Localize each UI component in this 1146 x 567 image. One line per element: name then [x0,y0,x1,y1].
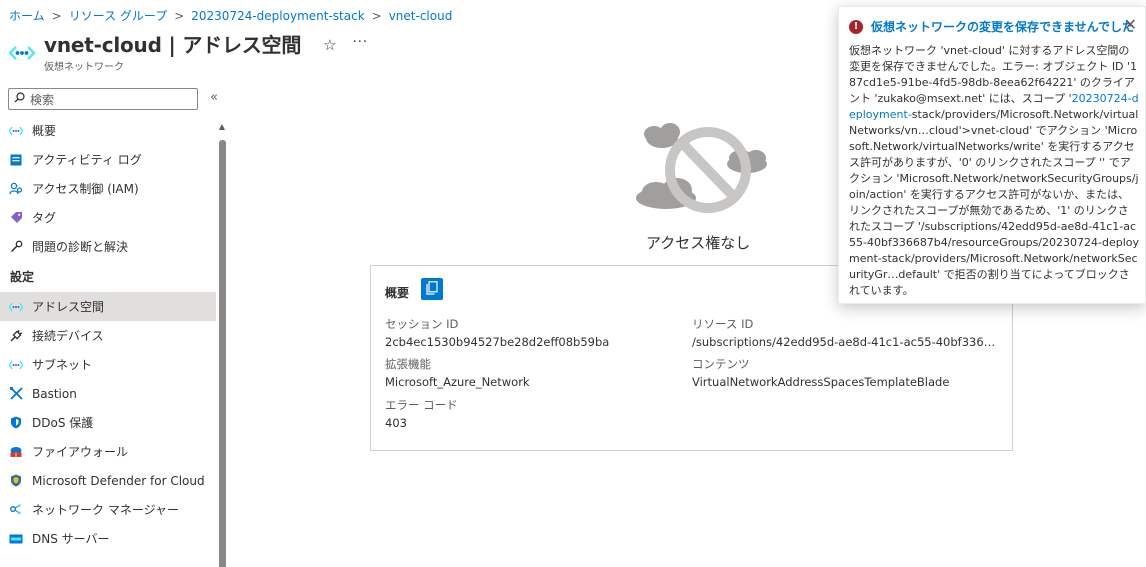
page-subtitle: 仮想ネットワーク [44,62,124,73]
error-icon: ! [849,19,863,34]
sidebar-scrollbar[interactable]: ▲ [217,122,227,567]
wrench-icon [9,240,23,254]
scroll-up-icon[interactable]: ▲ [217,122,227,131]
sidebar-item-label: アドレス空間 [32,300,105,314]
no-access-title: アクセス権なし [646,234,751,252]
sidebar-item-label: 接続デバイス [32,329,104,343]
sidebar-item-activity-log[interactable]: アクティビティ ログ [0,145,216,174]
notification-title[interactable]: 仮想ネットワークの変更を保存できませんでした [871,18,1134,35]
content-field: コンテンツ VirtualNetworkAddressSpacesTemplat… [692,356,997,389]
sidebar-item-label: Bastion [32,386,77,401]
sidebar: 概要 アクティビティ ログ アクセス制御 (IAM) タグ 問題の診断と解決 設… [0,116,216,553]
vnet-icon [8,40,36,66]
resource-id-value: /subscriptions/42edd95d-ae8d-41c1-ac55-4… [692,335,997,349]
network-manager-icon [9,503,23,517]
breadcrumb-vnet[interactable]: vnet-cloud [389,9,453,23]
resource-id-field: リソース ID /subscriptions/42edd95d-ae8d-41c… [692,316,997,349]
extension-field: 拡張機能 Microsoft_Azure_Network [385,356,675,389]
more-options-icon[interactable]: ··· [353,35,368,50]
sidebar-item-address-space[interactable]: アドレス空間 [0,292,216,321]
copy-button[interactable] [421,278,443,300]
plug-icon [9,329,23,343]
breadcrumb-home[interactable]: ホーム [9,7,45,24]
breadcrumb-resource-groups[interactable]: リソース グループ [69,7,168,24]
sidebar-item-label: 概要 [32,124,57,138]
sidebar-item-diagnose[interactable]: 問題の診断と解決 [0,232,216,261]
sidebar-item-label: Microsoft Defender for Cloud [32,473,205,488]
error-code-field: エラー コード 403 [385,397,675,430]
content-label: コンテンツ [692,357,750,371]
search-input[interactable]: 検索 [8,88,198,110]
breadcrumb-resource-group[interactable]: 20230724-deployment-stack [191,9,364,23]
collapse-sidebar-icon[interactable]: « [210,90,218,105]
defender-icon [9,474,23,488]
copy-icon [426,280,438,298]
sidebar-item-tags[interactable]: タグ [0,203,216,232]
sidebar-item-subnets[interactable]: サブネット [0,350,216,379]
extension-value: Microsoft_Azure_Network [385,375,530,389]
sidebar-item-label: ネットワーク マネージャー [32,503,179,517]
scrollbar-thumb[interactable] [219,140,226,567]
sidebar-item-label: サブネット [32,358,93,372]
sidebar-item-ddos[interactable]: DDoS 保護 [0,408,216,437]
tag-icon [9,211,23,225]
sidebar-item-label: DDoS 保護 [32,416,94,430]
notification-header: ! 仮想ネットワークの変更を保存できませんでした [849,18,1135,35]
no-access-illustration [632,112,782,220]
sidebar-item-firewall[interactable]: ファイアウォール [0,437,216,466]
sidebar-item-defender[interactable]: Microsoft Defender for Cloud [0,466,216,495]
vnet-icon [9,124,23,138]
breadcrumb-separator: > [371,8,382,23]
shield-icon [9,416,23,430]
sidebar-item-label: アクセス制御 (IAM) [32,182,139,196]
iam-icon [9,182,23,196]
breadcrumb: ホーム > リソース グループ > 20230724-deployment-st… [9,7,452,24]
error-code-value: 403 [385,416,407,430]
session-id-label: セッション ID [385,317,459,331]
sidebar-item-label: 問題の診断と解決 [32,240,129,254]
sidebar-item-network-manager[interactable]: ネットワーク マネージャー [0,495,216,524]
bastion-icon [9,387,23,401]
sidebar-item-label: DNS サーバー [32,532,110,546]
card-title: 概要 [385,286,410,300]
search-icon [14,92,25,106]
activity-log-icon [9,153,23,167]
vnet-icon [9,358,23,372]
search-placeholder: 検索 [30,92,55,107]
notification-text: stack/providers/Microsoft.Network/virtua… [849,108,1139,297]
resource-id-label: リソース ID [692,317,754,331]
favorite-star-icon[interactable]: ☆ [323,36,336,54]
firewall-icon [9,445,23,459]
sidebar-item-overview[interactable]: 概要 [0,116,216,145]
sidebar-item-label: ファイアウォール [32,445,129,459]
session-id-value: 2cb4ec1530b94527be28d2eff08b59ba [385,335,610,349]
breadcrumb-separator: > [174,8,185,23]
breadcrumb-separator: > [51,8,62,23]
sidebar-item-dns[interactable]: DNS サーバー [0,524,216,553]
sidebar-section-settings: 設定 [10,270,35,284]
notification-message: 仮想ネットワーク 'vnet-cloud' に対するアドレス空間の変更を保存でき… [849,43,1139,299]
session-id-field: セッション ID 2cb4ec1530b94527be28d2eff08b59b… [385,316,675,349]
error-code-label: エラー コード [385,398,458,412]
page-title: vnet-cloud | アドレス空間 [44,33,302,57]
vnet-icon [9,300,23,314]
sidebar-item-bastion[interactable]: Bastion [0,379,216,408]
sidebar-item-label: タグ [32,211,57,225]
sidebar-item-connected-devices[interactable]: 接続デバイス [0,321,216,350]
sidebar-item-label: アクティビティ ログ [32,153,142,167]
error-notification: ! 仮想ネットワークの変更を保存できませんでした ✕ 仮想ネットワーク 'vne… [838,6,1146,304]
content-value: VirtualNetworkAddressSpacesTemplateBlade [692,375,950,389]
dns-icon [9,532,23,546]
close-icon[interactable]: ✕ [1124,15,1137,34]
page-header: vnet-cloud | アドレス空間 仮想ネットワーク ☆ ··· [8,32,368,73]
sidebar-item-iam[interactable]: アクセス制御 (IAM) [0,174,216,203]
extension-label: 拡張機能 [385,357,431,371]
